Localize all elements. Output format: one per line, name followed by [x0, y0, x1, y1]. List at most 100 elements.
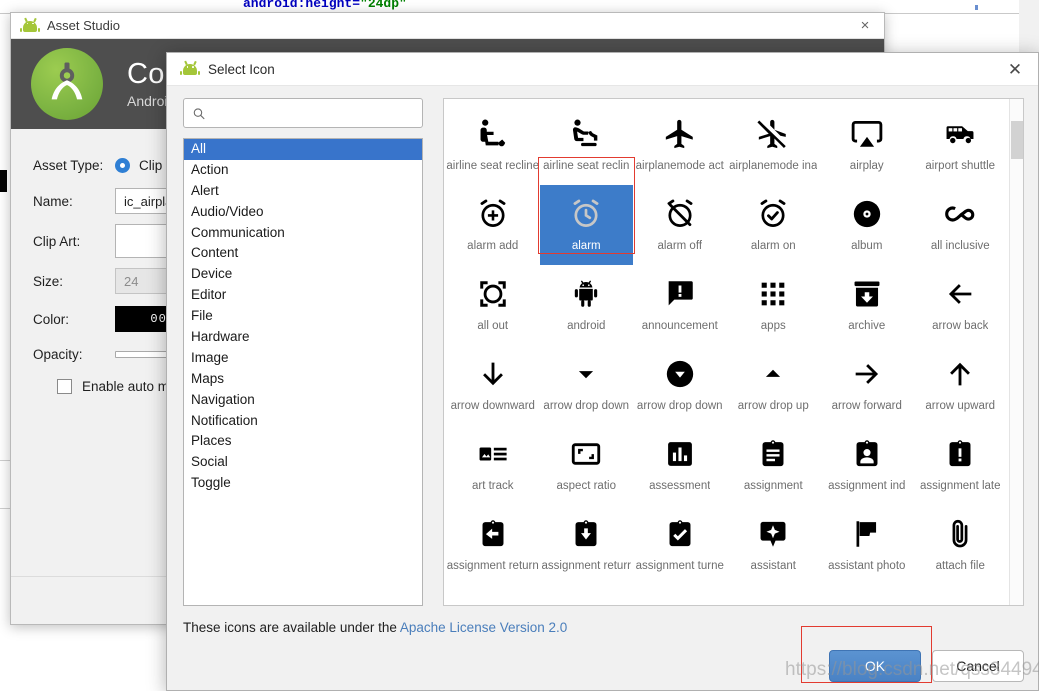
category-item-navigation[interactable]: Navigation [184, 390, 422, 411]
icon-grid-scrollbar[interactable] [1009, 99, 1023, 605]
category-list[interactable]: All Action Alert Audio/Video Communication Co… [183, 138, 423, 606]
category-column: All Action Alert Audio/Video Communication Co… [183, 98, 423, 606]
scrollbar-thumb[interactable] [1011, 121, 1023, 159]
search-input[interactable] [211, 104, 414, 122]
icon-cell-assignment-returned[interactable]: assignment returr [540, 505, 634, 585]
assignment-returned-icon [569, 512, 603, 556]
icon-cell-airline-seat-recline-normal[interactable]: airline seat recline [446, 105, 540, 185]
icon-cell-all-out[interactable]: all out [446, 265, 540, 345]
search-box[interactable] [183, 98, 423, 128]
icon-cell-arrow-drop-down-circle[interactable]: arrow drop down [633, 345, 727, 425]
category-item-places[interactable]: Places [184, 431, 422, 452]
asset-studio-title: Asset Studio [47, 18, 120, 33]
clipart-label: Clip Art: [33, 233, 81, 249]
icon-caption: announcement [641, 320, 718, 332]
select-icon-titlebar: Select Icon ✕ [167, 53, 1038, 86]
category-item-image[interactable]: Image [184, 348, 422, 369]
icon-cell-assignment-return[interactable]: assignment return [446, 505, 540, 585]
icon-cell-album[interactable]: album [820, 185, 914, 265]
icon-cell-alarm-add[interactable]: alarm add [446, 185, 540, 265]
icon-cell-assessment[interactable]: assessment [633, 425, 727, 505]
close-icon[interactable]: ✕ [1000, 56, 1030, 82]
icon-caption: airplanemode act [635, 160, 724, 172]
icon-caption: album [851, 240, 883, 252]
icon-cell-alarm-on[interactable]: alarm on [727, 185, 821, 265]
icon-cell-announcement[interactable]: announcement [633, 265, 727, 345]
icon-cell-assignment[interactable]: assignment [727, 425, 821, 505]
icon-caption: assignment returr [541, 560, 631, 572]
category-item-content[interactable]: Content [184, 243, 422, 264]
airplay-icon [850, 112, 884, 156]
icon-caption: android [567, 320, 606, 332]
category-item-action[interactable]: Action [184, 160, 422, 181]
category-item-all[interactable]: All [184, 139, 422, 160]
icon-cell-aspect-ratio[interactable]: aspect ratio [540, 425, 634, 505]
icon-cell-arrow-upward[interactable]: arrow upward [914, 345, 1008, 425]
category-item-editor[interactable]: Editor [184, 285, 422, 306]
category-item-audio-video[interactable]: Audio/Video [184, 202, 422, 223]
assistant-photo-icon [850, 512, 884, 556]
category-item-notification[interactable]: Notification [184, 411, 422, 432]
icon-cell-airplanemode-active[interactable]: airplanemode act [633, 105, 727, 185]
icon-caption: arrow drop down [543, 400, 630, 412]
icon-cell-airplay[interactable]: airplay [820, 105, 914, 185]
icon-cell-arrow-forward[interactable]: arrow forward [820, 345, 914, 425]
icon-cell-arrow-back[interactable]: arrow back [914, 265, 1008, 345]
icon-caption: arrow forward [831, 400, 902, 412]
category-item-social[interactable]: Social [184, 452, 422, 473]
icon-cell-airline-seat-recline-extra[interactable]: airline seat reclin [540, 105, 634, 185]
icon-cell-assignment-ind[interactable]: assignment ind [820, 425, 914, 505]
close-icon[interactable]: × [852, 15, 878, 37]
icon-cell-arrow-drop-down[interactable]: arrow drop down [540, 345, 634, 425]
icon-cell-apps[interactable]: apps [727, 265, 821, 345]
assignment-return-icon [476, 512, 510, 556]
category-item-communication[interactable]: Communication [184, 223, 422, 244]
icon-cell-assistant-photo[interactable]: assistant photo [820, 505, 914, 585]
icon-cell-alarm-off[interactable]: alarm off [633, 185, 727, 265]
android-icon [20, 17, 40, 32]
assignment-turned-in-icon [663, 512, 697, 556]
icon-caption: arrow drop up [737, 400, 809, 412]
apache-license-link[interactable]: Apache License Version 2.0 [400, 620, 567, 635]
icon-caption: assignment ind [828, 480, 906, 492]
icon-cell-attach-file[interactable]: attach file [914, 505, 1008, 585]
category-item-alert[interactable]: Alert [184, 181, 422, 202]
icon-grid-panel: airline seat recline airline seat reclin a… [443, 98, 1024, 606]
icon-cell-airport-shuttle[interactable]: airport shuttle [914, 105, 1008, 185]
icon-cell-arrow-downward[interactable]: arrow downward [446, 345, 540, 425]
asset-type-radio-label: Clip [139, 157, 163, 173]
icon-caption: aspect ratio [556, 480, 616, 492]
arrow-back-icon [943, 272, 977, 316]
icon-caption: assignment turne [635, 560, 724, 572]
icon-cell-alarm[interactable]: alarm [539, 185, 633, 265]
icon-cell-archive[interactable]: archive [820, 265, 914, 345]
icon-caption: arrow back [932, 320, 989, 332]
icon-caption: assistant [750, 560, 796, 572]
category-item-toggle[interactable]: Toggle [184, 473, 422, 494]
icon-cell-android[interactable]: android [540, 265, 634, 345]
category-item-device[interactable]: Device [184, 264, 422, 285]
icon-cell-assignment-late[interactable]: assignment late [914, 425, 1008, 505]
icon-cell-airplanemode-inactive[interactable]: airplanemode ina [727, 105, 821, 185]
attach-file-icon [943, 512, 977, 556]
arrow-downward-icon [476, 352, 510, 396]
category-item-maps[interactable]: Maps [184, 369, 422, 390]
ok-button[interactable]: OK [829, 650, 921, 682]
icon-cell-all-inclusive[interactable]: all inclusive [914, 185, 1008, 265]
icon-cell-arrow-drop-up[interactable]: arrow drop up [727, 345, 821, 425]
all-inclusive-icon [943, 192, 977, 236]
icon-grid[interactable]: airline seat recline airline seat reclin a… [444, 99, 1009, 585]
android-icon [180, 60, 200, 75]
icon-cell-assistant[interactable]: assistant [727, 505, 821, 585]
color-label: Color: [33, 311, 70, 327]
icon-cell-art-track[interactable]: art track [446, 425, 540, 505]
auto-mirror-checkbox[interactable] [57, 378, 72, 394]
aspect-ratio-icon [569, 432, 603, 476]
cancel-button[interactable]: Cancel [932, 650, 1024, 682]
select-icon-dialog: Select Icon ✕ All Action Alert Audio/Video C… [166, 52, 1039, 691]
category-item-hardware[interactable]: Hardware [184, 327, 422, 348]
art-track-icon [476, 432, 510, 476]
asset-type-radio-clipart[interactable] [115, 157, 130, 173]
icon-cell-assignment-turned-in[interactable]: assignment turne [633, 505, 727, 585]
category-item-file[interactable]: File [184, 306, 422, 327]
